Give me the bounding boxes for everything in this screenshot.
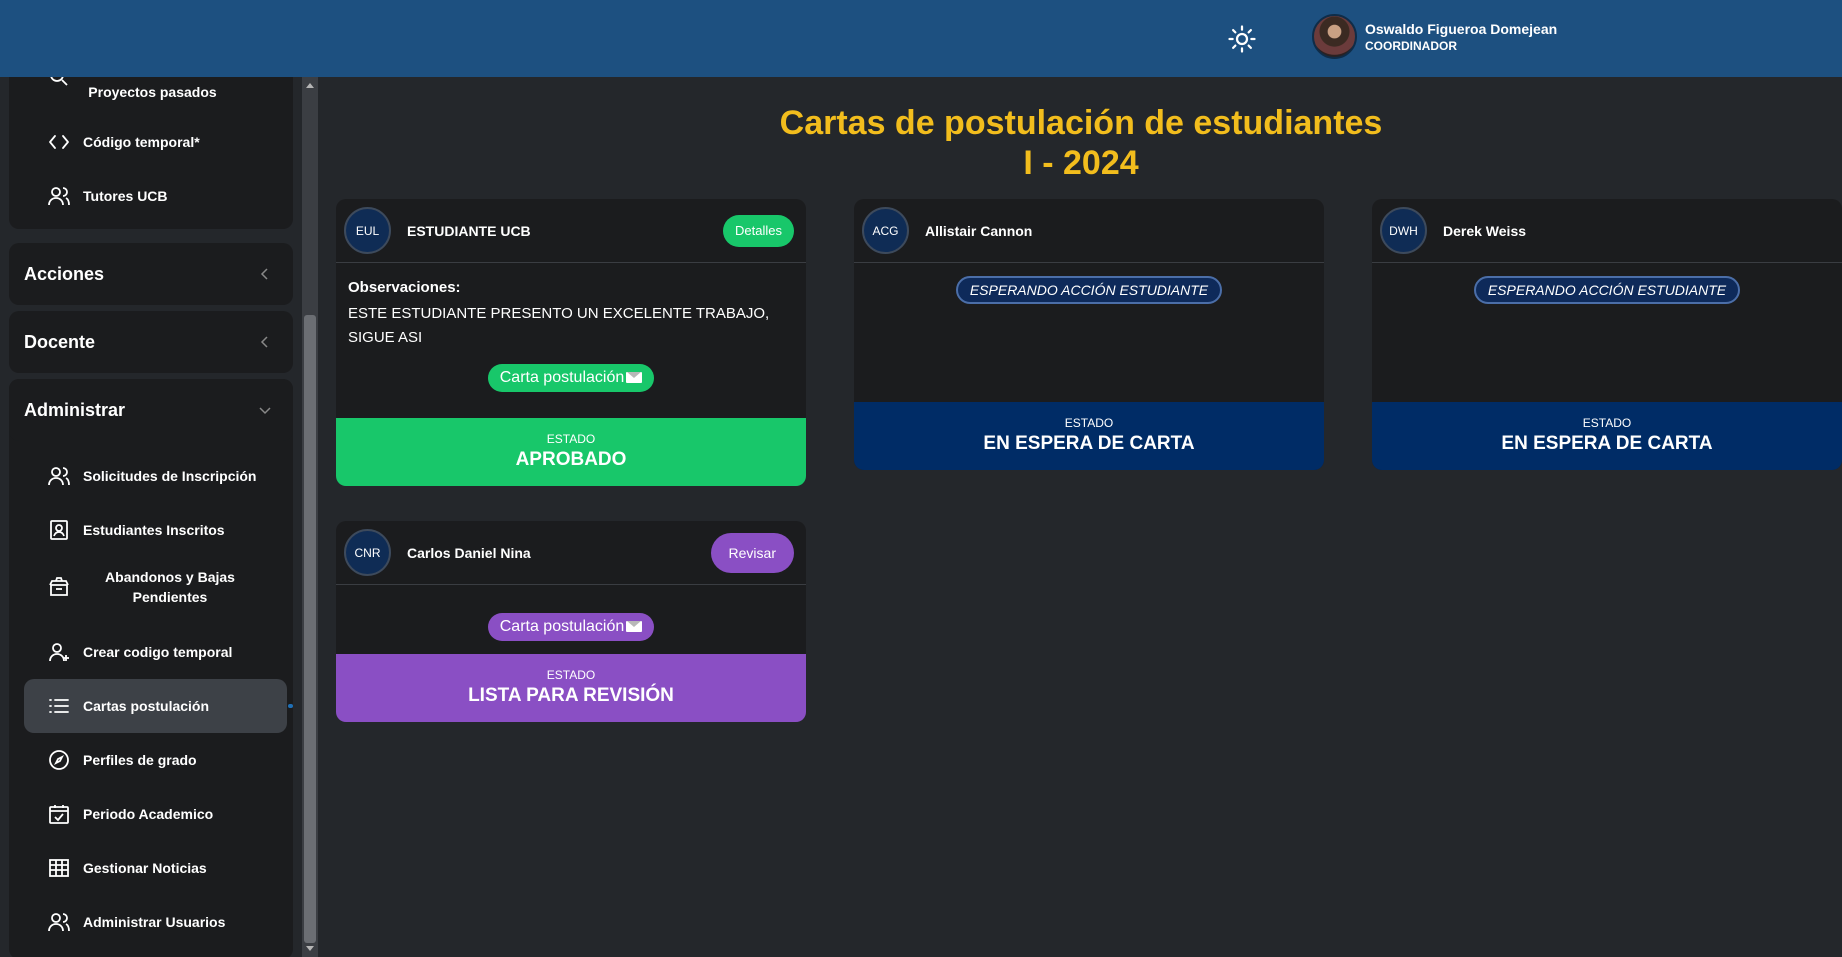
sidebar-item-label: Tutores UCB bbox=[83, 188, 168, 204]
scroll-down-arrow[interactable] bbox=[306, 946, 314, 951]
sidebar-item-label: Solicitudes de Inscripción bbox=[83, 468, 257, 484]
sidebar-item-solicitudes[interactable]: Solicitudes de Inscripción bbox=[24, 449, 287, 503]
page-title-line2: I - 2024 bbox=[1023, 144, 1139, 182]
observations-title: Observaciones: bbox=[348, 279, 461, 296]
student-name: ESTUDIANTE UCB bbox=[407, 222, 531, 239]
sidebar-item-gestionar-noticias[interactable]: Gestionar Noticias bbox=[24, 841, 287, 895]
chevron-left-icon bbox=[260, 268, 268, 280]
sidebar-item-tutores-ucb[interactable]: Tutores UCB bbox=[15, 169, 278, 223]
status-panel: ESTADO LISTA PARA REVISIÓN bbox=[336, 654, 806, 722]
users-icon bbox=[48, 467, 70, 486]
user-plus-icon bbox=[49, 643, 69, 662]
sidebar-item-estudiantes-inscritos[interactable]: Estudiantes Inscritos bbox=[24, 503, 287, 557]
student-name: Allistair Cannon bbox=[925, 222, 1033, 239]
status-value: APROBADO bbox=[515, 449, 627, 470]
details-button[interactable]: Detalles bbox=[723, 215, 794, 247]
status-label: ESTADO bbox=[546, 432, 596, 446]
sidebar-item-label: Abandonos y Bajas Pendientes bbox=[105, 569, 235, 605]
user-role: COORDINADOR bbox=[1365, 38, 1457, 53]
student-card: ACG Allistair Cannon ESPERANDO ACCIÓN ES… bbox=[854, 199, 1324, 470]
users-icon bbox=[48, 913, 70, 932]
letter-button[interactable]: Carta postulación bbox=[487, 613, 655, 641]
compass-icon bbox=[49, 750, 69, 770]
student-initials: CNR bbox=[344, 529, 391, 576]
sidebar-item-label: Perfiles de grado bbox=[83, 752, 197, 768]
letter-button-label: Carta postulación bbox=[499, 369, 625, 386]
scroll-up-arrow[interactable] bbox=[306, 83, 314, 88]
avatar[interactable] bbox=[1312, 14, 1357, 59]
group-acciones[interactable]: Acciones bbox=[9, 243, 293, 305]
page-title-line1: Cartas de postulación de estudiantes bbox=[779, 104, 1383, 142]
table-icon bbox=[49, 859, 69, 877]
group-title: Acciones bbox=[24, 263, 105, 284]
status-panel: ESTADO EN ESPERA DE CARTA bbox=[854, 402, 1324, 470]
status-label: ESTADO bbox=[1582, 416, 1632, 430]
calendar-check-icon bbox=[49, 805, 69, 824]
student-card: DWH Derek Weiss ESPERANDO ACCIÓN ESTUDIA… bbox=[1372, 199, 1842, 470]
sidebar-item-proyectos-pasados[interactable]: Proyectos pasados bbox=[15, 77, 278, 111]
users-icon bbox=[48, 187, 70, 206]
group-title: Administrar bbox=[24, 399, 126, 420]
status-panel: ESTADO EN ESPERA DE CARTA bbox=[1372, 402, 1842, 470]
top-bar: Oswaldo Figueroa Domejean COORDINADOR bbox=[0, 0, 1842, 77]
sidebar-item-label: Cartas postulación bbox=[83, 698, 210, 714]
status-label: ESTADO bbox=[1064, 416, 1114, 430]
page-title: Cartas de postulación de estudiantes I -… bbox=[320, 103, 1842, 183]
sidebar-panel-top: Proyectos pasados Código temporal* Tutor… bbox=[9, 77, 293, 229]
sidebar: Proyectos pasados Código temporal* Tutor… bbox=[0, 77, 300, 957]
status-value: EN ESPERA DE CARTA bbox=[983, 433, 1195, 454]
sidebar-item-abandonos[interactable]: Abandonos y Bajas Pendientes bbox=[24, 557, 287, 617]
status-label: ESTADO bbox=[546, 668, 596, 682]
student-card: CNR Carlos Daniel Nina Revisar Carta pos… bbox=[336, 521, 806, 722]
letter-button[interactable]: Carta postulación bbox=[487, 364, 655, 392]
sidebar-item-cartas-postulacion[interactable]: Cartas postulación bbox=[24, 679, 293, 733]
observations-text: ESTE ESTUDIANTE PRESENTO UN EXCELENTE TR… bbox=[348, 305, 770, 346]
sidebar-item-label: Crear codigo temporal bbox=[83, 644, 233, 660]
student-initials: ACG bbox=[862, 207, 909, 254]
sidebar-item-label: Proyectos pasados bbox=[88, 84, 217, 100]
trash-icon bbox=[49, 577, 69, 596]
user-name: Oswaldo Figueroa Domejean bbox=[1365, 20, 1558, 37]
student-card: EUL ESTUDIANTE UCB Detalles Observacione… bbox=[336, 199, 806, 486]
sidebar-item-label: Periodo Academico bbox=[83, 806, 214, 822]
envelope-icon bbox=[626, 372, 643, 383]
user-menu[interactable]: Oswaldo Figueroa Domejean COORDINADOR bbox=[1312, 14, 1557, 59]
status-value: LISTA PARA REVISIÓN bbox=[468, 685, 674, 706]
group-title: Docente bbox=[24, 331, 96, 352]
group-docente[interactable]: Docente bbox=[9, 311, 293, 373]
status-badge: ESPERANDO ACCIÓN ESTUDIANTE bbox=[955, 276, 1223, 304]
sidebar-item-label: Administrar Usuarios bbox=[83, 914, 226, 930]
sun-icon[interactable] bbox=[1227, 24, 1257, 54]
student-initials: EUL bbox=[344, 207, 391, 254]
review-button[interactable]: Revisar bbox=[710, 533, 794, 573]
student-name: Carlos Daniel Nina bbox=[407, 544, 531, 561]
sidebar-item-periodo-academico[interactable]: Periodo Academico bbox=[24, 787, 287, 841]
envelope-icon bbox=[626, 621, 643, 632]
sidebar-item-perfiles-grado[interactable]: Perfiles de grado bbox=[24, 733, 287, 787]
status-value: EN ESPERA DE CARTA bbox=[1501, 433, 1713, 454]
sidebar-item-label: Gestionar Noticias bbox=[83, 860, 207, 876]
sidebar-panel-administrar: Administrar Solicitudes de Inscripción E… bbox=[9, 379, 293, 957]
id-badge-icon bbox=[50, 520, 68, 540]
search-icon bbox=[50, 77, 68, 86]
letter-button-label: Carta postulación bbox=[499, 618, 625, 635]
sidebar-item-codigo-temporal[interactable]: Código temporal* bbox=[15, 115, 278, 169]
list-icon bbox=[49, 699, 69, 713]
scroll-thumb[interactable] bbox=[304, 315, 316, 943]
code-icon bbox=[49, 135, 69, 149]
sidebar-item-crear-codigo[interactable]: Crear codigo temporal bbox=[24, 625, 287, 679]
chevron-down-icon bbox=[259, 407, 271, 415]
sidebar-item-label: Código temporal* bbox=[83, 134, 200, 150]
sidebar-scrollbar[interactable] bbox=[302, 77, 318, 957]
status-panel: ESTADO APROBADO bbox=[336, 418, 806, 486]
status-badge: ESPERANDO ACCIÓN ESTUDIANTE bbox=[1473, 276, 1741, 304]
sidebar-item-label: Estudiantes Inscritos bbox=[83, 522, 225, 538]
student-name: Derek Weiss bbox=[1443, 222, 1527, 239]
group-administrar[interactable]: Administrar bbox=[9, 379, 293, 441]
student-initials: DWH bbox=[1380, 207, 1427, 254]
sidebar-item-administrar-usuarios[interactable]: Administrar Usuarios bbox=[24, 895, 287, 949]
chevron-left-icon bbox=[260, 336, 268, 348]
